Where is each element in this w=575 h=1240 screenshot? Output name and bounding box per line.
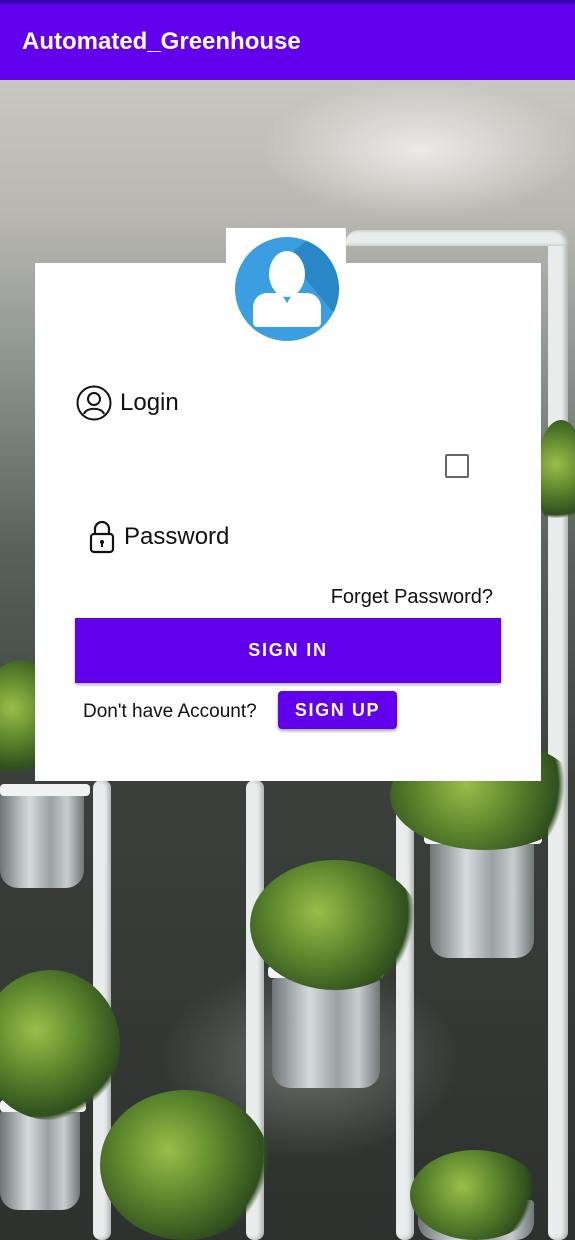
no-account-text: Don't have Account? xyxy=(83,701,257,722)
password-label: Password xyxy=(124,523,230,550)
sign-up-button[interactable]: SIGN UP xyxy=(278,691,397,729)
sign-in-button[interactable]: SIGN IN xyxy=(75,618,501,683)
app-title: Automated_Greenhouse xyxy=(22,28,301,55)
password-field-label-row: Password xyxy=(88,517,229,557)
app-bar: Automated_Greenhouse xyxy=(0,0,575,80)
remember-checkbox[interactable] xyxy=(445,454,469,478)
login-label: Login xyxy=(120,389,179,416)
forget-password-link[interactable]: Forget Password? xyxy=(331,586,493,609)
account-circle-icon xyxy=(76,385,112,421)
lock-icon xyxy=(88,519,116,555)
user-avatar-icon xyxy=(235,237,339,341)
login-field-label-row: Login xyxy=(76,383,179,423)
